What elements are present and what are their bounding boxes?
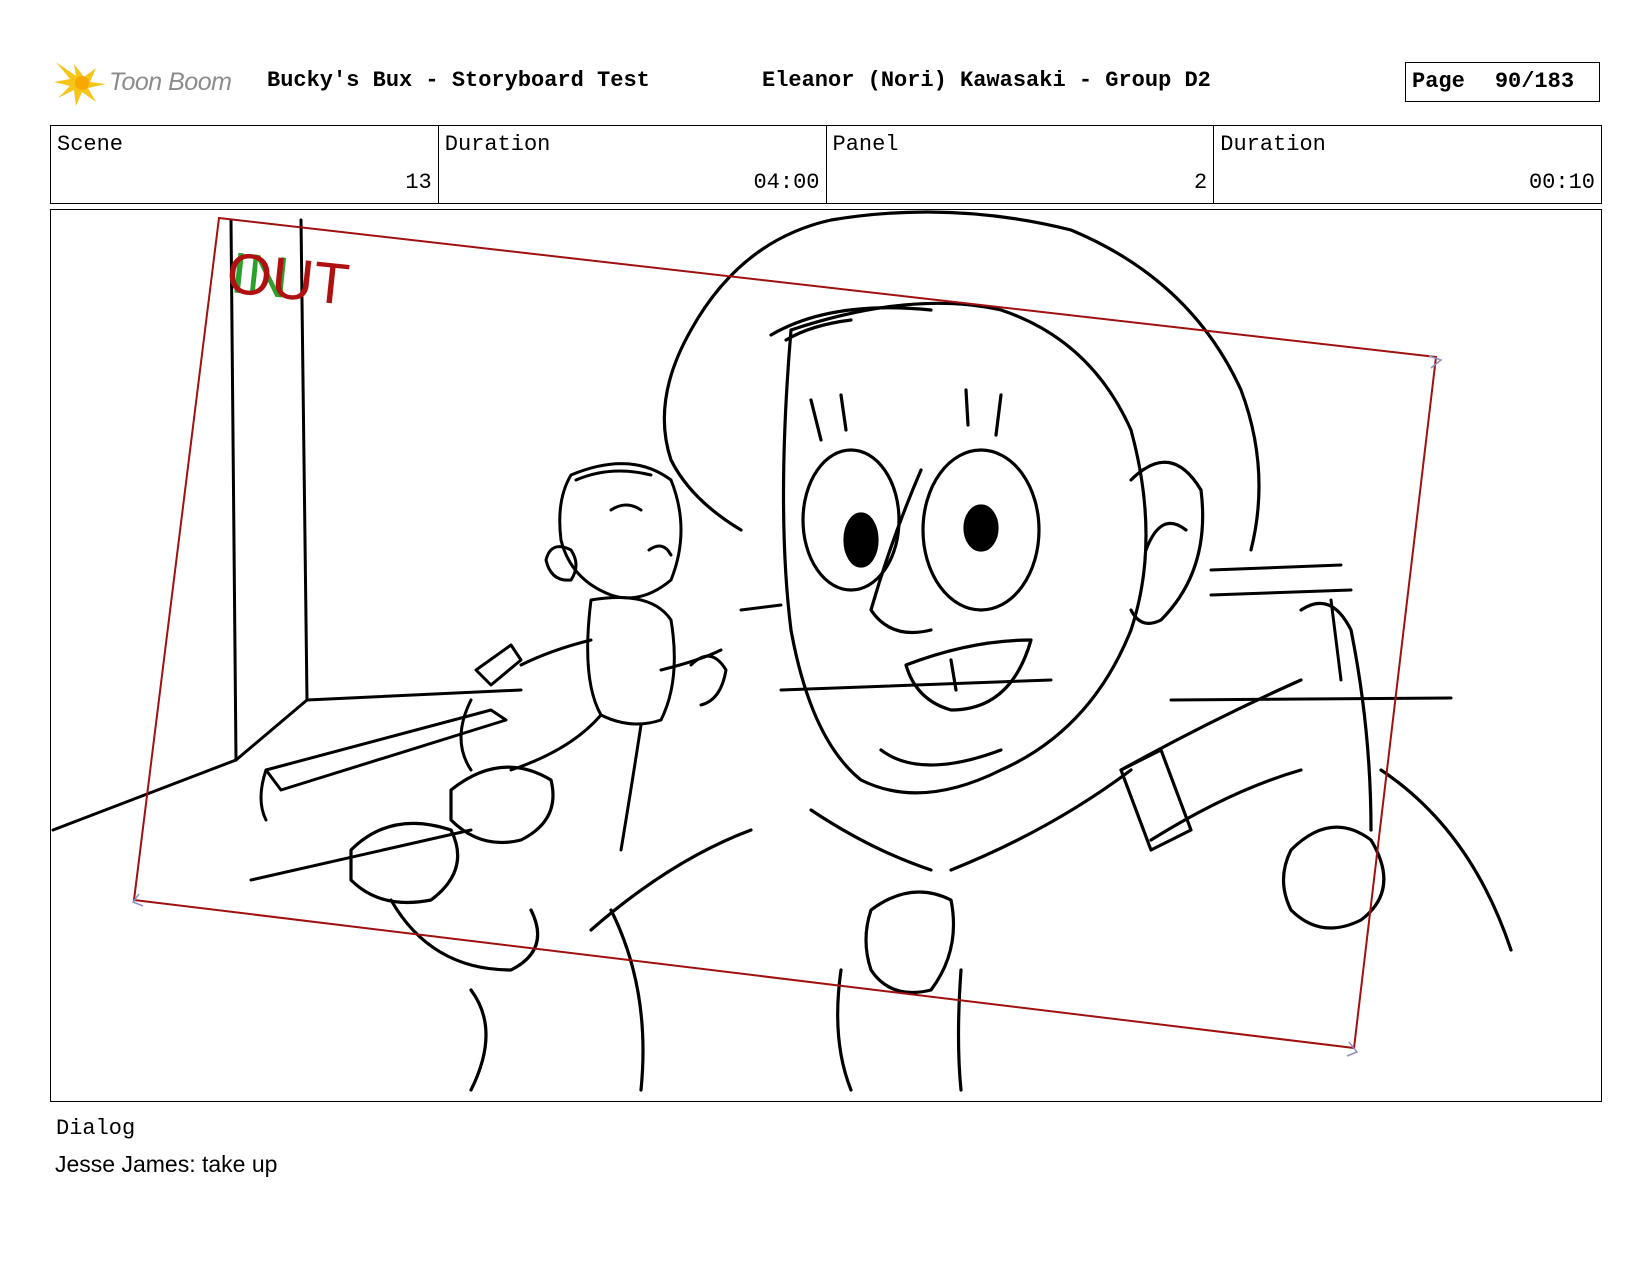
sketch-background xyxy=(51,218,1453,882)
scene-duration-cell: Duration 04:00 xyxy=(439,126,827,203)
storyboard-panel: IN OUT xyxy=(50,209,1602,1102)
dialog-text: Jesse James: take up xyxy=(55,1151,278,1177)
project-title: Bucky's Bux - Storyboard Test xyxy=(267,68,650,93)
sketch-small-character xyxy=(459,462,728,852)
page-label: Page xyxy=(1412,69,1465,94)
author-name: Eleanor (Nori) Kawasaki - Group D2 xyxy=(762,68,1211,93)
page-header: Toon Boom Bucky's Bux - Storyboard Test … xyxy=(52,58,1604,108)
panel-cell: Panel 2 xyxy=(827,126,1215,203)
scene-duration-value: 04:00 xyxy=(753,170,820,195)
panel-value: 2 xyxy=(1194,170,1208,195)
camera-frame xyxy=(132,216,1438,1050)
panel-sketch: IN OUT xyxy=(51,210,1513,1092)
page-number: 90/183 xyxy=(1494,69,1575,94)
starburst-icon xyxy=(54,62,106,106)
scene-label: Scene xyxy=(57,132,124,157)
scene-cell: Scene 13 xyxy=(51,126,439,203)
dialog-label: Dialog xyxy=(56,1116,136,1141)
scene-duration-label: Duration xyxy=(444,132,551,157)
panel-duration-label: Duration xyxy=(1220,132,1326,157)
scene-value: 13 xyxy=(405,170,432,195)
panel-duration-cell: Duration 00:10 xyxy=(1214,126,1601,203)
scene-info-table: Scene 13 Duration 04:00 Panel 2 Duration… xyxy=(50,125,1602,204)
frame-handle-icon xyxy=(1346,1041,1359,1057)
logo-text: Toon Boom xyxy=(109,68,232,96)
panel-duration-value: 00:10 xyxy=(1528,170,1595,195)
panel-label: Panel xyxy=(832,132,899,157)
out-marker: OUT xyxy=(224,240,353,317)
toon-boom-logo: Toon Boom xyxy=(52,58,252,108)
page-indicator: Page 90/183 xyxy=(1405,62,1600,102)
